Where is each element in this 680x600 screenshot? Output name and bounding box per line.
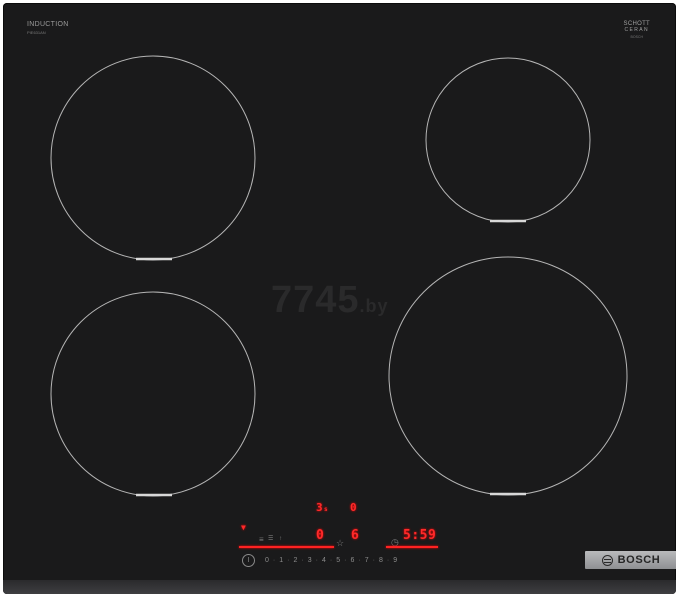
scale-5[interactable]: 5 (336, 557, 340, 564)
scale-3[interactable]: 3 (308, 557, 312, 564)
bosch-nameplate: BOSCH (585, 551, 676, 569)
hob-frame-edge (3, 580, 676, 594)
scale-4[interactable]: 4 (322, 557, 326, 564)
scale-2[interactable]: 2 (294, 557, 298, 564)
slider-bar-right[interactable] (386, 546, 438, 548)
power-icon: I (247, 557, 250, 564)
scale-7[interactable]: 7 (365, 557, 369, 564)
timer-display: 5:59 (403, 528, 437, 543)
star-icon[interactable]: ☆ (336, 538, 344, 549)
zone-rear-left[interactable] (50, 291, 256, 497)
zone-back-right[interactable] (425, 57, 591, 223)
wifi-icon[interactable]: ▼ (241, 523, 246, 532)
scale-6[interactable]: 6 (351, 557, 355, 564)
power-scale[interactable]: 0 · 1 · 2 · 3 · 4 · 5 · 6 · 7 · 8 · 9 (265, 554, 397, 566)
zone-front-left[interactable] (50, 55, 256, 261)
scale-9[interactable]: 9 (393, 557, 397, 564)
menu-icon[interactable]: ☰ (268, 535, 273, 542)
display-top-right: 0 (350, 501, 357, 514)
sensor-icon[interactable]: ≡ (259, 535, 264, 544)
power-button[interactable]: I (242, 554, 255, 567)
display-bottom-right: 6 (351, 528, 359, 543)
zone-large-right[interactable] (388, 256, 628, 496)
scale-8[interactable]: 8 (379, 557, 383, 564)
display-top-left-unit: s (324, 506, 328, 513)
slider-bar-left[interactable] (239, 546, 334, 548)
watermark-suffix: .by (359, 296, 389, 316)
display-top-left: 3 (316, 501, 323, 514)
boost-icon[interactable]: ↑ (279, 536, 282, 542)
scale-0[interactable]: 0 (265, 557, 269, 564)
display-bottom-left: 0 (316, 528, 324, 543)
bosch-logo-icon (601, 554, 613, 566)
scale-1[interactable]: 1 (279, 557, 283, 564)
watermark-main: 7745 (271, 279, 360, 321)
watermark: 7745.by (271, 279, 389, 322)
induction-hob: INDUCTION PIE631AN SCHOTT CERAN BOSCH 77… (3, 3, 676, 594)
bosch-text: BOSCH (617, 554, 661, 566)
